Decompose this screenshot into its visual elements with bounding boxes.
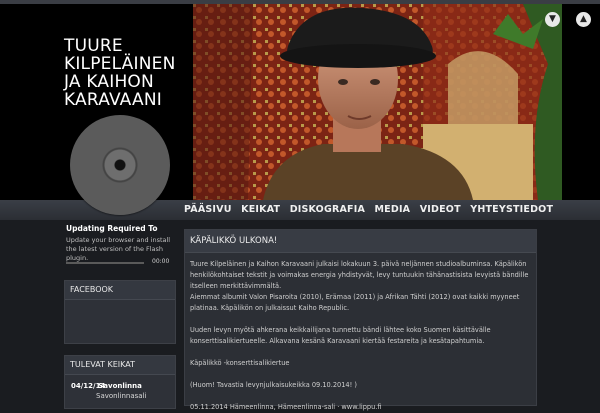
post-paragraph: 05.11.2014 Hämeenlinna, Hämeenlinna-sali… [190, 403, 382, 411]
main-navigation: PÄÄSIVU KEIKAT DISKOGRAFIA MEDIA VIDEOT … [184, 200, 563, 220]
gig-item[interactable]: 04/12/14 Savonlinna [71, 381, 142, 391]
facebook-widget: FACEBOOK [64, 280, 176, 344]
chevron-down-icon[interactable]: ▼ [545, 12, 560, 27]
post-paragraph: Tuure Kilpeläinen ja Kaihon Karavaani ju… [190, 260, 529, 290]
news-post: KÄPÄLIKKÖ ULKONA! Tuure Kilpeläinen ja K… [184, 229, 537, 411]
upcoming-gigs-title: TULEVAT KEIKAT [65, 356, 175, 375]
nav-item-diskografia[interactable]: DISKOGRAFIA [290, 200, 365, 220]
cd-disc-icon [70, 115, 170, 215]
site-title-line: JA KAIHON [64, 72, 154, 92]
site-title-line: TUURE [64, 36, 123, 56]
gig-date: 04/12/14 [71, 382, 106, 390]
header-right-panel [562, 4, 600, 200]
nav-item-paasivu[interactable]: PÄÄSIVU [184, 200, 232, 220]
post-paragraph: Käpälikkö -konserttisalikiertue [190, 359, 290, 367]
audio-player[interactable]: Updating Required To Update your browser… [66, 222, 174, 270]
post-title[interactable]: KÄPÄLIKKÖ ULKONA! [185, 230, 536, 253]
player-time: 00:00 [152, 258, 170, 265]
gig-venue: Savonlinna [98, 382, 142, 390]
site-title-line: KILPELÄINEN [64, 54, 176, 74]
nav-item-videot[interactable]: VIDEOT [420, 200, 461, 220]
nav-item-yhteystiedot[interactable]: YHTEYSTIEDOT [470, 200, 553, 220]
post-body: Tuure Kilpeläinen ja Kaihon Karavaani ju… [185, 253, 536, 413]
site-title-line: KARAVAANI [64, 90, 162, 110]
nav-item-keikat[interactable]: KEIKAT [241, 200, 280, 220]
facebook-widget-title: FACEBOOK [65, 281, 175, 300]
band-member-photo [193, 4, 562, 200]
chevron-up-icon[interactable]: ▲ [576, 12, 591, 27]
post-paragraph: Uuden levyn myötä ahkerana keikkailijana… [190, 326, 491, 345]
post-paragraph: (Huom! Tavastia levynjulkaisukeikka 09.1… [190, 381, 357, 389]
upcoming-gigs-widget: TULEVAT KEIKAT 04/12/14 Savonlinna Savon… [64, 355, 176, 409]
post-paragraph: Aiemmat albumit Valon Pisaroita (2010), … [190, 293, 520, 312]
header-band-photo [193, 4, 562, 200]
player-title: Updating Required To [66, 224, 158, 233]
player-progress-bar[interactable] [66, 262, 144, 264]
nav-item-media[interactable]: MEDIA [375, 200, 411, 220]
site-title[interactable]: TUURE KILPELÄINEN JA KAIHON KARAVAANI [64, 37, 192, 109]
